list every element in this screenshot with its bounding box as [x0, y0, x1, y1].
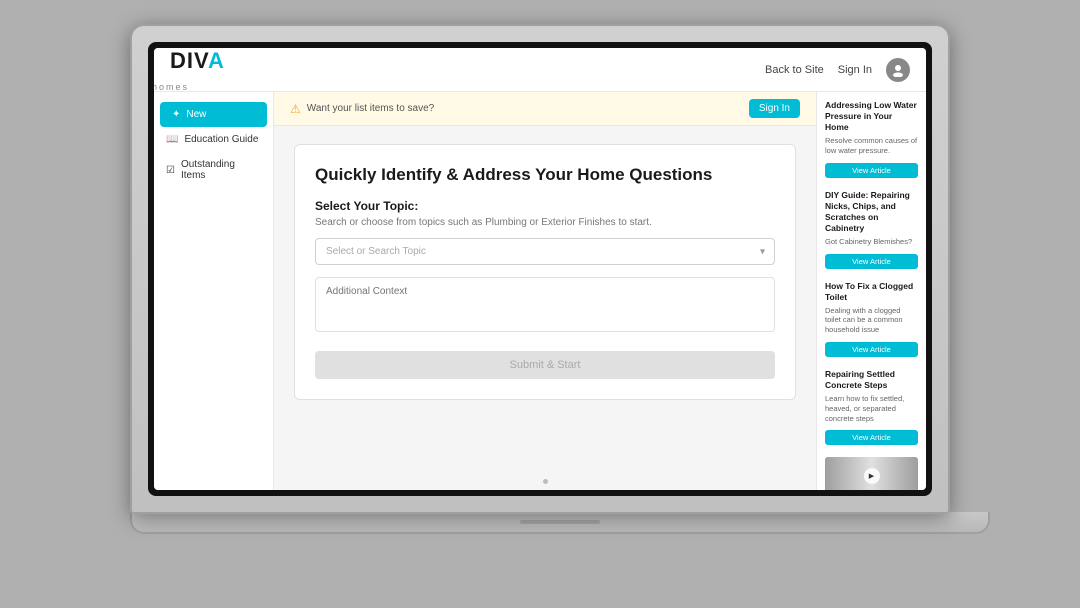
- banner-message: ⚠ Want your list items to save?: [290, 102, 434, 116]
- back-to-site-link[interactable]: Back to Site: [765, 64, 824, 76]
- app-header: DIVA homes Back to Site Sign In: [154, 48, 926, 92]
- scroll-indicator: [543, 479, 548, 484]
- topic-subtitle: Search or choose from topics such as Plu…: [315, 217, 775, 228]
- article-title-3: Repairing Settled Concrete Steps: [825, 369, 918, 391]
- outstanding-icon: ☑: [166, 165, 175, 176]
- save-banner: ⚠ Want your list items to save? Sign In: [274, 92, 816, 126]
- sidebar-item-new-label: New: [186, 109, 206, 120]
- play-icon[interactable]: ▶: [864, 468, 880, 484]
- left-sidebar: ✦ New 📖 Education Guide ☑ Outstanding It…: [154, 92, 274, 490]
- right-sidebar: Addressing Low Water Pressure in Your Ho…: [816, 92, 926, 490]
- sign-in-link[interactable]: Sign In: [838, 64, 872, 76]
- logo-a: A: [208, 48, 225, 73]
- view-article-btn-3[interactable]: View Article: [825, 430, 918, 445]
- sidebar-item-outstanding-label: Outstanding Items: [181, 159, 261, 181]
- article-card-0: Addressing Low Water Pressure in Your Ho…: [825, 100, 918, 178]
- warning-icon: ⚠: [290, 102, 301, 116]
- sidebar-item-outstanding[interactable]: ☑ Outstanding Items: [154, 152, 273, 188]
- form-area: Quickly Identify & Address Your Home Que…: [274, 126, 816, 472]
- view-article-btn-0[interactable]: View Article: [825, 163, 918, 178]
- article-card-2: How To Fix a Clogged Toilet Dealing with…: [825, 281, 918, 357]
- bottom-bar: [274, 472, 816, 490]
- article-desc-2: Dealing with a clogged toilet can be a c…: [825, 306, 918, 335]
- trackpad-notch: [520, 520, 600, 524]
- topic-select[interactable]: Select or Search Topic: [315, 238, 775, 265]
- main-content: ⚠ Want your list items to save? Sign In …: [274, 92, 816, 490]
- view-article-btn-1[interactable]: View Article: [825, 254, 918, 269]
- form-card: Quickly Identify & Address Your Home Que…: [294, 144, 796, 400]
- view-article-btn-2[interactable]: View Article: [825, 342, 918, 357]
- article-title-1: DIY Guide: Repairing Nicks, Chips, and S…: [825, 190, 918, 234]
- article-desc-3: Learn how to fix settled, heaved, or sep…: [825, 394, 918, 423]
- banner-sign-in-button[interactable]: Sign In: [749, 99, 800, 118]
- avatar[interactable]: [886, 58, 910, 82]
- video-thumbnail[interactable]: ▶: [825, 457, 918, 490]
- body-area: ✦ New 📖 Education Guide ☑ Outstanding It…: [154, 92, 926, 490]
- sidebar-item-education[interactable]: 📖 Education Guide: [154, 127, 273, 152]
- video-card: ▶ Doors 101: [825, 457, 918, 490]
- article-desc-1: Got Cabinetry Blemishes?: [825, 237, 918, 247]
- article-desc-0: Resolve common causes of low water press…: [825, 136, 918, 156]
- laptop-lid: DIVA homes Back to Site Sign In: [130, 24, 950, 514]
- article-card-1: DIY Guide: Repairing Nicks, Chips, and S…: [825, 190, 918, 269]
- sidebar-item-education-label: Education Guide: [184, 134, 258, 145]
- screen: DIVA homes Back to Site Sign In: [154, 48, 926, 490]
- additional-context-input[interactable]: [315, 277, 775, 332]
- article-title-0: Addressing Low Water Pressure in Your Ho…: [825, 100, 918, 133]
- logo: DIVA homes: [170, 48, 225, 92]
- submit-button[interactable]: Submit & Start: [315, 351, 775, 379]
- logo-tagline: homes: [154, 82, 189, 92]
- education-icon: 📖: [166, 134, 178, 145]
- sidebar-item-new[interactable]: ✦ New: [160, 102, 267, 127]
- article-title-2: How To Fix a Clogged Toilet: [825, 281, 918, 303]
- new-icon: ✦: [172, 109, 180, 120]
- topic-select-wrapper: Select or Search Topic ▾: [315, 238, 775, 265]
- article-card-3: Repairing Settled Concrete Steps Learn h…: [825, 369, 918, 445]
- laptop-base: [130, 512, 990, 534]
- form-title: Quickly Identify & Address Your Home Que…: [315, 165, 775, 185]
- logo-text: DIVA: [170, 48, 225, 74]
- header-actions: Back to Site Sign In: [765, 58, 910, 82]
- banner-text: Want your list items to save?: [307, 103, 434, 114]
- topic-label: Select Your Topic:: [315, 199, 775, 213]
- screen-bezel: DIVA homes Back to Site Sign In: [148, 42, 932, 496]
